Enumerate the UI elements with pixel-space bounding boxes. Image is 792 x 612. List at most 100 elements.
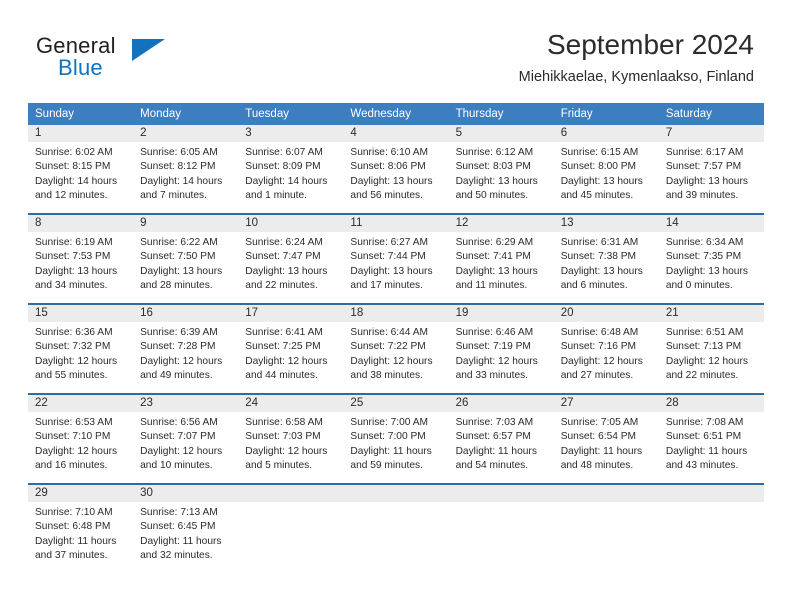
daylight-text-line2: and 17 minutes. bbox=[350, 279, 423, 291]
sunset-text: Sunset: 7:32 PM bbox=[35, 341, 111, 353]
day-details bbox=[659, 502, 764, 506]
day-number: 10 bbox=[238, 215, 344, 232]
sunset-text: Sunset: 6:51 PM bbox=[665, 431, 742, 443]
weekday-header-saturday: Saturday bbox=[665, 108, 712, 120]
daylight-text-line1: Daylight: 11 hours bbox=[140, 535, 222, 547]
day-cell[interactable]: 9 Sunrise: 6:22 AM Sunset: 7:50 PM Dayli… bbox=[133, 215, 239, 303]
daylight-text-line2: and 32 minutes. bbox=[140, 549, 213, 561]
sunrise-text: Sunrise: 7:05 AM bbox=[560, 417, 639, 428]
sunrise-text: Sunrise: 7:00 AM bbox=[350, 417, 429, 428]
day-cell[interactable]: 20 Sunrise: 6:48 AM Sunset: 7:16 PM Dayl… bbox=[553, 305, 659, 393]
day-cell[interactable]: 22 Sunrise: 6:53 AM Sunset: 7:10 PM Dayl… bbox=[28, 395, 134, 483]
day-details bbox=[449, 502, 554, 506]
day-cell[interactable]: 21 Sunrise: 6:51 AM Sunset: 7:13 PM Dayl… bbox=[658, 305, 764, 393]
brand-logo[interactable]: General Blue bbox=[36, 33, 256, 85]
day-cell[interactable]: 11 Sunrise: 6:27 AM Sunset: 7:44 PM Dayl… bbox=[343, 215, 449, 303]
day-number bbox=[658, 485, 764, 502]
sunrise-text: Sunrise: 6:15 AM bbox=[560, 147, 639, 158]
daylight-text-line1: Daylight: 13 hours bbox=[560, 265, 643, 277]
daylight-text-line1: Daylight: 12 hours bbox=[245, 355, 328, 367]
sunrise-text: Sunrise: 6:24 AM bbox=[245, 237, 323, 248]
day-cell[interactable]: 3 Sunrise: 6:07 AM Sunset: 8:09 PM Dayli… bbox=[238, 125, 344, 213]
daylight-text-line2: and 54 minutes. bbox=[455, 459, 529, 471]
sunset-text: Sunset: 7:35 PM bbox=[665, 251, 742, 263]
daylight-text-line2: and 56 minutes. bbox=[350, 189, 423, 201]
weekday-header-friday: Friday bbox=[560, 108, 593, 120]
daylight-text-line2: and 28 minutes. bbox=[140, 279, 213, 291]
sunset-text: Sunset: 8:06 PM bbox=[350, 161, 426, 173]
day-cell[interactable]: 5 Sunrise: 6:12 AM Sunset: 8:03 PM Dayli… bbox=[448, 125, 554, 213]
sunrise-text: Sunrise: 6:39 AM bbox=[140, 327, 218, 338]
sunrise-text: Sunrise: 7:13 AM bbox=[140, 507, 218, 518]
sunset-text: Sunset: 7:50 PM bbox=[140, 251, 216, 263]
day-number: 7 bbox=[658, 125, 764, 142]
day-number: 6 bbox=[553, 125, 659, 142]
sunrise-text: Sunrise: 6:22 AM bbox=[140, 237, 218, 248]
daylight-text-line2: and 10 minutes. bbox=[140, 459, 213, 471]
day-number: 29 bbox=[28, 485, 134, 502]
daylight-text-line2: and 34 minutes. bbox=[35, 279, 108, 291]
day-details bbox=[238, 502, 343, 506]
day-cell[interactable]: 30 Sunrise: 7:13 AM Sunset: 6:45 PM Dayl… bbox=[133, 485, 239, 573]
daylight-text-line1: Daylight: 13 hours bbox=[35, 265, 118, 277]
day-cell[interactable]: 18 Sunrise: 6:44 AM Sunset: 7:22 PM Dayl… bbox=[343, 305, 449, 393]
day-cell-empty bbox=[238, 485, 344, 573]
day-details: Sunrise: 6:02 AM Sunset: 8:15 PM Dayligh… bbox=[28, 142, 133, 203]
sunrise-text: Sunrise: 6:46 AM bbox=[455, 327, 534, 338]
daylight-text-line1: Daylight: 14 hours bbox=[140, 175, 223, 187]
day-details: Sunrise: 6:36 AM Sunset: 7:32 PM Dayligh… bbox=[28, 322, 133, 383]
daylight-text-line2: and 45 minutes. bbox=[560, 189, 634, 201]
day-cell[interactable]: 29 Sunrise: 7:10 AM Sunset: 6:48 PM Dayl… bbox=[28, 485, 134, 573]
day-cell[interactable]: 25 Sunrise: 7:00 AM Sunset: 7:00 PM Dayl… bbox=[343, 395, 449, 483]
day-number bbox=[343, 485, 449, 502]
day-cell[interactable]: 14 Sunrise: 6:34 AM Sunset: 7:35 PM Dayl… bbox=[658, 215, 764, 303]
sunset-text: Sunset: 6:54 PM bbox=[560, 431, 637, 443]
sunset-text: Sunset: 6:45 PM bbox=[140, 521, 216, 533]
day-number bbox=[238, 485, 344, 502]
daylight-text-line2: and 38 minutes. bbox=[350, 369, 423, 381]
day-cell[interactable]: 24 Sunrise: 6:58 AM Sunset: 7:03 PM Dayl… bbox=[238, 395, 344, 483]
sunset-text: Sunset: 8:15 PM bbox=[35, 161, 111, 173]
daylight-text-line1: Daylight: 12 hours bbox=[35, 355, 118, 367]
sunset-text: Sunset: 7:22 PM bbox=[350, 341, 426, 353]
day-details: Sunrise: 6:58 AM Sunset: 7:03 PM Dayligh… bbox=[238, 412, 343, 473]
day-cell[interactable]: 2 Sunrise: 6:05 AM Sunset: 8:12 PM Dayli… bbox=[133, 125, 239, 213]
week-row: 8 Sunrise: 6:19 AM Sunset: 7:53 PM Dayli… bbox=[28, 215, 764, 305]
day-cell[interactable]: 26 Sunrise: 7:03 AM Sunset: 6:57 PM Dayl… bbox=[448, 395, 554, 483]
daylight-text-line1: Daylight: 12 hours bbox=[140, 445, 223, 457]
day-cell[interactable]: 15 Sunrise: 6:36 AM Sunset: 7:32 PM Dayl… bbox=[28, 305, 134, 393]
day-cell[interactable]: 16 Sunrise: 6:39 AM Sunset: 7:28 PM Dayl… bbox=[133, 305, 239, 393]
daylight-text-line1: Daylight: 14 hours bbox=[245, 175, 328, 187]
day-cell[interactable]: 12 Sunrise: 6:29 AM Sunset: 7:41 PM Dayl… bbox=[448, 215, 554, 303]
daylight-text-line1: Daylight: 13 hours bbox=[350, 175, 433, 187]
day-details bbox=[554, 502, 659, 506]
daylight-text-line1: Daylight: 12 hours bbox=[350, 355, 433, 367]
day-number: 14 bbox=[658, 215, 764, 232]
day-cell[interactable]: 27 Sunrise: 7:05 AM Sunset: 6:54 PM Dayl… bbox=[553, 395, 659, 483]
day-cell[interactable]: 6 Sunrise: 6:15 AM Sunset: 8:00 PM Dayli… bbox=[553, 125, 659, 213]
daylight-text-line1: Daylight: 12 hours bbox=[35, 445, 118, 457]
daylight-text-line1: Daylight: 13 hours bbox=[455, 175, 538, 187]
daylight-text-line2: and 22 minutes. bbox=[245, 279, 318, 291]
day-cell[interactable]: 10 Sunrise: 6:24 AM Sunset: 7:47 PM Dayl… bbox=[238, 215, 344, 303]
week-row: 15 Sunrise: 6:36 AM Sunset: 7:32 PM Dayl… bbox=[28, 305, 764, 395]
day-details: Sunrise: 6:19 AM Sunset: 7:53 PM Dayligh… bbox=[28, 232, 133, 293]
day-cell[interactable]: 28 Sunrise: 7:08 AM Sunset: 6:51 PM Dayl… bbox=[658, 395, 764, 483]
day-cell[interactable]: 4 Sunrise: 6:10 AM Sunset: 8:06 PM Dayli… bbox=[343, 125, 449, 213]
sunset-text: Sunset: 8:03 PM bbox=[455, 161, 531, 173]
triangle-flag-icon bbox=[132, 39, 165, 61]
day-cell[interactable]: 1 Sunrise: 6:02 AM Sunset: 8:15 PM Dayli… bbox=[28, 125, 134, 213]
day-details: Sunrise: 6:17 AM Sunset: 7:57 PM Dayligh… bbox=[659, 142, 764, 203]
day-cell[interactable]: 13 Sunrise: 6:31 AM Sunset: 7:38 PM Dayl… bbox=[553, 215, 659, 303]
day-number: 1 bbox=[28, 125, 134, 142]
day-details: Sunrise: 7:13 AM Sunset: 6:45 PM Dayligh… bbox=[133, 502, 238, 563]
location-subtitle: Miehikkaelae, Kymenlaakso, Finland bbox=[518, 69, 754, 85]
day-cell[interactable]: 7 Sunrise: 6:17 AM Sunset: 7:57 PM Dayli… bbox=[658, 125, 764, 213]
sunrise-text: Sunrise: 7:08 AM bbox=[665, 417, 744, 428]
weekday-header-tuesday: Tuesday bbox=[245, 108, 289, 120]
day-cell[interactable]: 23 Sunrise: 6:56 AM Sunset: 7:07 PM Dayl… bbox=[133, 395, 239, 483]
day-cell[interactable]: 19 Sunrise: 6:46 AM Sunset: 7:19 PM Dayl… bbox=[448, 305, 554, 393]
day-cell[interactable]: 17 Sunrise: 6:41 AM Sunset: 7:25 PM Dayl… bbox=[238, 305, 344, 393]
sunrise-text: Sunrise: 6:58 AM bbox=[245, 417, 323, 428]
day-cell[interactable]: 8 Sunrise: 6:19 AM Sunset: 7:53 PM Dayli… bbox=[28, 215, 134, 303]
